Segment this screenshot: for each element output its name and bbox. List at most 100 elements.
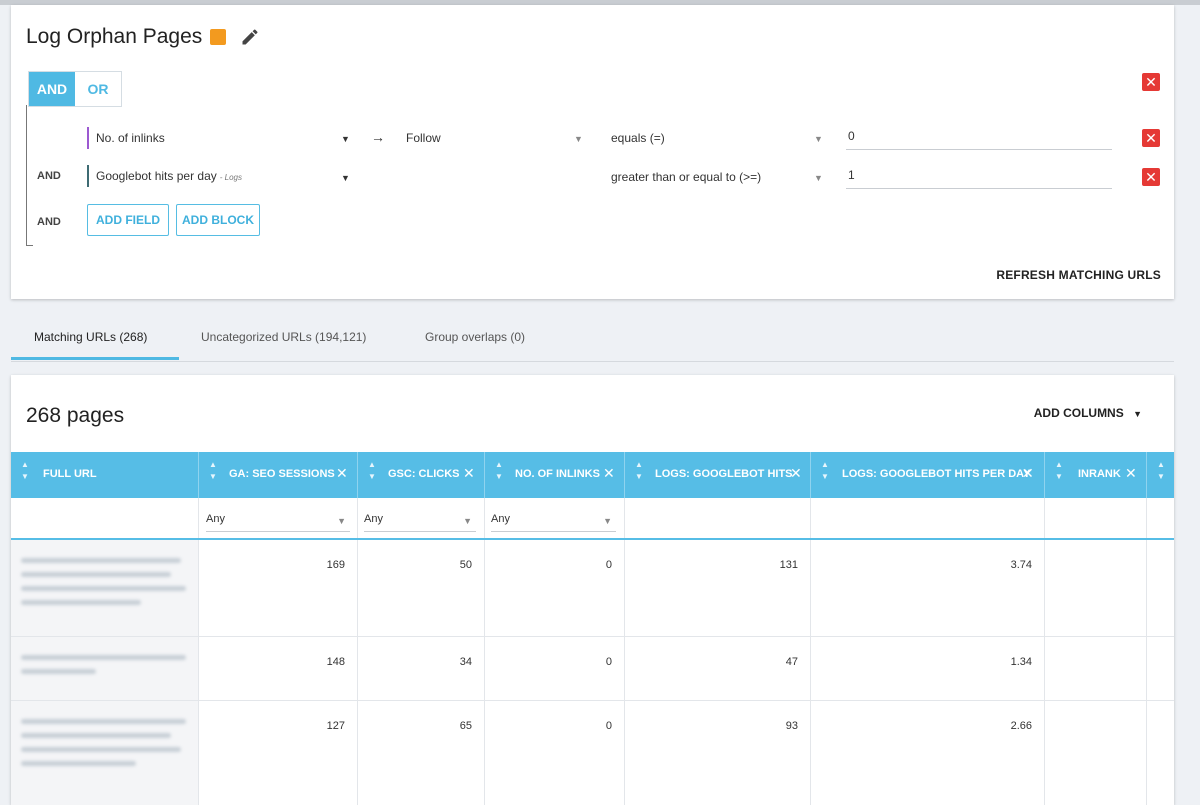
cell-no-of-inlinks: 0: [485, 540, 625, 636]
cell-ga-seo-sessions: 127: [199, 701, 358, 805]
condition-bracket: [26, 105, 33, 246]
filter-select-ga-seo-sessions[interactable]: Any ▼: [206, 513, 350, 532]
caret-down-icon[interactable]: ▼: [341, 173, 350, 183]
cell-gsc-clicks: 34: [358, 637, 485, 700]
cell-gsc-clicks: 50: [358, 540, 485, 636]
active-tab-indicator: [11, 357, 179, 360]
cell-logs-googlebot-hits-per-day: 1.34: [811, 637, 1045, 700]
segment-title-row: Log Orphan Pages: [26, 25, 260, 49]
row-conjunction: AND: [37, 170, 61, 182]
pages-count-title: 268 pages: [26, 404, 125, 427]
blurred-url: [21, 558, 191, 614]
filter-cell-gsc-clicks: Any ▼: [358, 498, 485, 538]
segment-color-swatch[interactable]: [210, 29, 227, 45]
column-header-logs-googlebot-hits[interactable]: ▲ ▼ LOGS: GOOGLEBOT HITS ✕: [625, 452, 811, 498]
column-header-ga-seo-sessions[interactable]: ▲ ▼ GA: SEO SESSIONS ✕: [199, 452, 358, 498]
sort-icon[interactable]: ▲ ▼: [209, 459, 217, 483]
delete-block-button[interactable]: ✕: [1142, 73, 1160, 91]
url-cell-blurred[interactable]: [11, 540, 199, 636]
column-header-no-of-inlinks[interactable]: ▲ ▼ NO. OF INLINKS ✕: [485, 452, 625, 498]
table-row[interactable]: 148 34 0 47 1.34: [11, 637, 1174, 701]
column-header-logs-googlebot-hits-per-day[interactable]: ▲ ▼ LOGS: GOOGLEBOT HITS PER DAY ✕: [811, 452, 1045, 498]
filter-cell-empty: [625, 498, 811, 538]
or-toggle-button[interactable]: OR: [75, 72, 121, 106]
tab-group-overlaps[interactable]: Group overlaps (0): [425, 330, 525, 344]
column-header-gsc-clicks[interactable]: ▲ ▼ GSC: CLICKS ✕: [358, 452, 485, 498]
field-select-label: No. of inlinks: [96, 131, 165, 145]
cell-logs-googlebot-hits-per-day: 2.66: [811, 701, 1045, 805]
value-input[interactable]: 0: [846, 127, 1112, 150]
caret-down-icon[interactable]: ▼: [814, 134, 823, 144]
and-toggle-button[interactable]: AND: [29, 72, 75, 106]
filter-select-no-of-inlinks[interactable]: Any ▼: [491, 513, 616, 532]
close-icon[interactable]: ✕: [1125, 465, 1137, 482]
cell-gsc-clicks: 65: [358, 701, 485, 805]
url-cell-blurred[interactable]: [11, 701, 199, 805]
filter-row: Any ▼ Any ▼ Any ▼: [11, 498, 1174, 540]
delete-condition-button[interactable]: ✕: [1142, 129, 1160, 147]
tab-matching-urls[interactable]: Matching URLs (268): [34, 330, 147, 344]
sort-icon[interactable]: ▲ ▼: [635, 459, 643, 483]
cell-inrank: [1045, 701, 1147, 805]
page-title: Log Orphan Pages: [26, 25, 203, 48]
field-select-label: Googlebot hits per day - Logs: [96, 169, 242, 183]
close-icon[interactable]: ✕: [336, 465, 348, 482]
sort-icon[interactable]: ▲ ▼: [821, 459, 829, 483]
column-header-overflow[interactable]: ▲ ▼: [1147, 452, 1174, 498]
close-icon: ✕: [1145, 74, 1157, 90]
cell-ga-seo-sessions: 169: [199, 540, 358, 636]
close-icon[interactable]: ✕: [1022, 465, 1034, 482]
tab-uncategorized-urls[interactable]: Uncategorized URLs (194,121): [201, 330, 366, 344]
results-tabs: Matching URLs (268) Uncategorized URLs (…: [11, 318, 1174, 362]
value-input[interactable]: 1: [846, 166, 1112, 189]
modifier-select[interactable]: Follow: [406, 131, 441, 145]
caret-down-icon: ▼: [337, 516, 346, 526]
column-header-inrank[interactable]: ▲ ▼ INRANK ✕: [1045, 452, 1147, 498]
close-icon[interactable]: ✕: [463, 465, 475, 482]
cell-logs-googlebot-hits: 47: [625, 637, 811, 700]
arrow-right-icon: →: [371, 129, 385, 145]
filter-select-gsc-clicks[interactable]: Any ▼: [364, 513, 476, 532]
filter-cell-no-of-inlinks: Any ▼: [485, 498, 625, 538]
column-header-full-url[interactable]: ▲ ▼ FULL URL: [11, 452, 199, 498]
table-header: ▲ ▼ FULL URL ▲ ▼ GA: SEO SESSIONS ✕ ▲ ▼ GSC…: [11, 452, 1174, 498]
close-icon[interactable]: ✕: [603, 465, 615, 482]
caret-down-icon[interactable]: ▼: [814, 173, 823, 183]
operator-select[interactable]: equals (=): [611, 131, 665, 145]
caret-down-icon[interactable]: ▼: [574, 134, 583, 144]
field-color-bar: [87, 165, 89, 187]
operator-select[interactable]: greater than or equal to (>=): [611, 170, 761, 184]
caret-down-icon: ▼: [603, 516, 612, 526]
blurred-url: [21, 719, 191, 775]
sort-icon[interactable]: ▲ ▼: [21, 459, 29, 483]
field-color-bar: [87, 127, 89, 149]
close-icon: ✕: [1145, 169, 1157, 185]
filter-cell-empty: [11, 498, 199, 538]
sort-icon[interactable]: ▲ ▼: [1157, 459, 1165, 483]
caret-down-icon[interactable]: ▼: [341, 134, 350, 144]
cell-logs-googlebot-hits: 131: [625, 540, 811, 636]
table-row[interactable]: 169 50 0 131 3.74: [11, 540, 1174, 637]
add-field-button[interactable]: ADD FIELD: [87, 204, 169, 236]
delete-condition-button[interactable]: ✕: [1142, 168, 1160, 186]
caret-down-icon: ▼: [1133, 409, 1142, 419]
segment-editor-card: Log Orphan Pages AND OR ✕ No. of inlinks…: [11, 5, 1174, 299]
blurred-url: [21, 655, 191, 683]
filter-cell-empty: [1045, 498, 1147, 538]
sort-icon[interactable]: ▲ ▼: [495, 459, 503, 483]
sort-icon[interactable]: ▲ ▼: [368, 459, 376, 483]
filter-cell-ga-seo-sessions: Any ▼: [199, 498, 358, 538]
add-block-button[interactable]: ADD BLOCK: [176, 204, 260, 236]
add-columns-button[interactable]: ADD COLUMNS ▼: [1034, 406, 1142, 420]
cell-ga-seo-sessions: 148: [199, 637, 358, 700]
refresh-matching-urls-button[interactable]: REFRESH MATCHING URLS: [996, 268, 1161, 282]
cell-no-of-inlinks: 0: [485, 637, 625, 700]
sort-icon[interactable]: ▲ ▼: [1055, 459, 1063, 483]
pencil-icon[interactable]: [240, 27, 260, 47]
close-icon[interactable]: ✕: [790, 465, 802, 482]
table-row[interactable]: 127 65 0 93 2.66: [11, 701, 1174, 805]
caret-down-icon: ▼: [463, 516, 472, 526]
url-cell-blurred[interactable]: [11, 637, 199, 700]
results-table-card: 268 pages ADD COLUMNS ▼ ▲ ▼ FULL URL ▲ ▼ G…: [11, 375, 1174, 805]
logs-tag: - Logs: [219, 173, 242, 182]
